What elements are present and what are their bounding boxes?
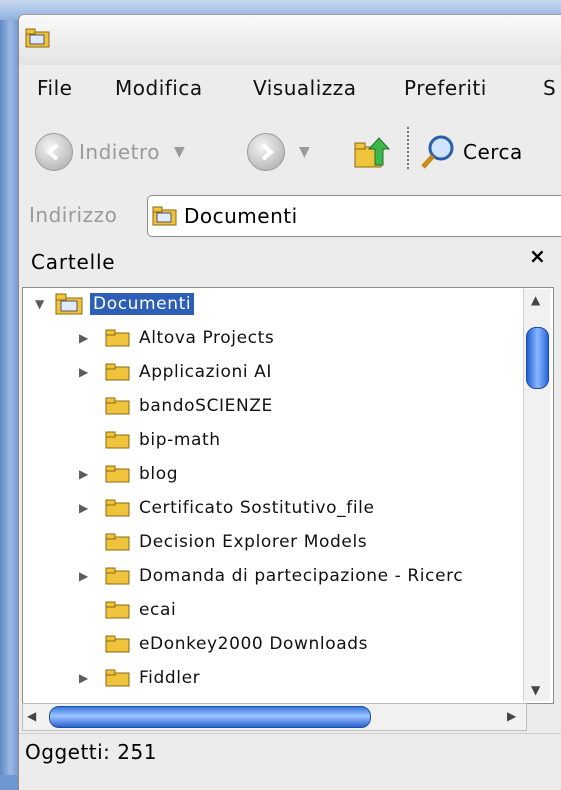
horizontal-scrollbar[interactable]: ◀ ▶ xyxy=(22,703,527,731)
expanded-arrow-icon[interactable]: ▼ xyxy=(35,297,49,311)
back-dropdown-icon[interactable]: ▼ xyxy=(174,144,185,160)
back-arrow-icon xyxy=(35,133,73,171)
folder-icon xyxy=(105,601,130,619)
tree-item-label: Certificato Sostitutivo_file xyxy=(139,498,375,518)
collapsed-arrow-icon[interactable]: ▶ xyxy=(79,501,93,515)
tree-item[interactable]: eDonkey2000 Downloads xyxy=(79,628,368,660)
tree-item-label: ecai xyxy=(139,600,177,620)
tree-item[interactable]: ▶ Applicazioni AI xyxy=(79,356,272,388)
tree-root[interactable]: ▼ Documenti xyxy=(35,288,195,320)
folder-icon xyxy=(105,397,130,415)
collapsed-arrow-icon[interactable]: ▶ xyxy=(79,365,93,379)
vertical-scroll-thumb[interactable] xyxy=(526,327,549,389)
tree-item-label: eDonkey2000 Downloads xyxy=(139,634,369,654)
tree-item[interactable]: ▶ blog xyxy=(79,458,178,490)
folder-icon xyxy=(105,499,130,517)
tree-item-label: bip-math xyxy=(139,430,221,450)
forward-arrow-icon xyxy=(247,133,285,171)
tree-item-label: Domanda di partecipazione - Ricerc xyxy=(139,566,464,586)
menu-bar: File Modifica Visualizza Preferiti S xyxy=(19,72,561,106)
folder-icon xyxy=(105,635,130,653)
documents-folder-icon xyxy=(55,293,83,315)
folder-icon xyxy=(105,567,130,585)
horizontal-scroll-thumb[interactable] xyxy=(49,706,371,728)
folder-icon xyxy=(105,465,130,483)
tree-item[interactable]: ▶ Certificato Sostitutivo_file xyxy=(79,492,375,524)
status-bar: Oggetti: 251 xyxy=(19,733,561,780)
scroll-right-icon[interactable]: ▶ xyxy=(507,709,516,723)
menu-file[interactable]: File xyxy=(37,76,72,100)
tree-item[interactable]: ▶ Altova Projects xyxy=(79,322,274,354)
tree-item-label: Applicazioni AI xyxy=(139,362,273,382)
scroll-up-icon[interactable]: ▲ xyxy=(531,293,540,307)
tree-item[interactable]: bandoSCIENZE xyxy=(79,390,273,422)
tree-item-label: bandoSCIENZE xyxy=(139,396,273,416)
object-count: Oggetti: 251 xyxy=(25,740,157,764)
tree-item-label: Altova Projects xyxy=(139,328,275,348)
tree-root-label: Documenti xyxy=(90,293,195,315)
folder-icon xyxy=(105,431,130,449)
search-label: Cerca xyxy=(463,140,523,164)
toolbar: Indietro ▼ ▼ Cerca xyxy=(19,129,561,179)
menu-modifica[interactable]: Modifica xyxy=(115,76,203,100)
back-button[interactable]: Indietro ▼ xyxy=(35,133,185,171)
up-folder-button[interactable] xyxy=(353,135,391,173)
address-label: Indirizzo xyxy=(29,203,118,227)
collapsed-arrow-icon[interactable]: ▶ xyxy=(79,671,93,685)
folder-icon xyxy=(105,533,130,551)
vertical-scrollbar[interactable]: ▲ ▼ xyxy=(523,289,550,701)
tree-item[interactable]: ▶ Domanda di partecipazione - Ricerc xyxy=(79,560,463,592)
forward-dropdown-icon[interactable]: ▼ xyxy=(299,144,310,160)
file-manager-window: File Modifica Visualizza Preferiti S Ind… xyxy=(18,14,561,790)
folder-icon xyxy=(105,363,130,381)
menu-strumenti[interactable]: S xyxy=(543,76,556,100)
tree-item[interactable]: ecai xyxy=(79,594,176,626)
close-icon[interactable]: × xyxy=(529,244,546,268)
tree-item-label: Fiddler xyxy=(139,668,201,688)
tree-item[interactable]: ▶ Fiddler xyxy=(79,662,200,694)
collapsed-arrow-icon[interactable]: ▶ xyxy=(79,467,93,481)
collapsed-arrow-icon[interactable]: ▶ xyxy=(79,331,93,345)
menu-visualizza[interactable]: Visualizza xyxy=(253,76,357,100)
tree-item[interactable]: bip-math xyxy=(79,424,221,456)
search-icon xyxy=(421,135,454,169)
folder-window-icon xyxy=(25,28,50,48)
search-button[interactable]: Cerca xyxy=(419,133,523,171)
forward-button[interactable]: ▼ xyxy=(247,133,310,171)
scroll-left-icon[interactable]: ◀ xyxy=(27,709,36,723)
tree-item-label: Decision Explorer Models xyxy=(139,532,368,552)
documents-folder-icon xyxy=(152,206,177,226)
scroll-down-icon[interactable]: ▼ xyxy=(531,683,540,697)
up-folder-icon xyxy=(354,137,391,168)
desktop-background xyxy=(0,0,20,775)
title-bar[interactable] xyxy=(19,15,561,65)
address-bar: Indirizzo Documenti xyxy=(19,195,561,239)
collapsed-arrow-icon[interactable]: ▶ xyxy=(79,569,93,583)
address-input[interactable]: Documenti xyxy=(147,195,561,237)
address-value: Documenti xyxy=(184,204,298,228)
folders-panel-header: Cartelle × xyxy=(19,244,561,282)
toolbar-separator xyxy=(407,127,409,169)
folder-icon xyxy=(105,329,130,347)
back-label: Indietro xyxy=(79,140,160,164)
folders-panel-title: Cartelle xyxy=(31,250,116,274)
folder-icon xyxy=(105,669,130,687)
folder-tree: ▼ Documenti ▶ Altova Projects ▶ Applicaz… xyxy=(22,287,554,704)
menu-preferiti[interactable]: Preferiti xyxy=(404,76,487,100)
tree-item[interactable]: Decision Explorer Models xyxy=(79,526,367,558)
tree-item-label: blog xyxy=(139,464,179,484)
